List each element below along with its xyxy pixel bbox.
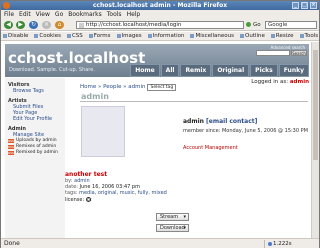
devbar-tools[interactable]: Tools: [300, 32, 319, 40]
menu-bookmarks[interactable]: Bookmarks: [68, 10, 102, 19]
menu-help[interactable]: Help: [127, 10, 141, 19]
scrollbar-thumb[interactable]: [313, 50, 318, 160]
browser-window: cchost.localhost admin - Mozilla Firefox…: [0, 0, 320, 248]
page-favicon-icon: [79, 23, 84, 28]
profile-name: admin [email contact]: [183, 118, 257, 125]
maximize-icon[interactable]: □: [301, 2, 308, 9]
divider: [80, 101, 308, 102]
feed-icon: RSS: [8, 139, 14, 143]
devbar-cookies[interactable]: Cookies: [34, 32, 61, 40]
window-title: cchost.localhost admin - Mozilla Firefox: [92, 2, 228, 9]
upload-title[interactable]: another test: [65, 171, 107, 178]
search-engine-label: Google: [268, 22, 288, 28]
tags-label: tags:: [65, 190, 78, 196]
menu-file[interactable]: File: [4, 10, 14, 19]
firefox-icon: [3, 2, 10, 9]
url-text: http://cchost.localhost/media/login: [86, 22, 182, 28]
badge-label: Remixed by admin: [16, 150, 58, 155]
sidebar-badge-remixed-by[interactable]: RSS Remixed by admin: [5, 150, 65, 156]
forward-icon[interactable]: ▶: [16, 21, 25, 29]
go-button[interactable]: Go: [246, 21, 261, 29]
logged-in-label: Logged in as:: [251, 79, 289, 85]
download-button[interactable]: Download: [156, 224, 189, 232]
devbar-forms[interactable]: Forms: [89, 32, 111, 40]
upload-license: license: cc: [65, 197, 92, 203]
tab-remix[interactable]: Remix: [180, 64, 212, 77]
license-label: license:: [65, 197, 85, 203]
upload-tags[interactable]: media, original, music, fully, mixed: [79, 190, 167, 196]
creative-commons-icon[interactable]: cc: [86, 197, 92, 202]
menu-edit[interactable]: Edit: [19, 10, 31, 19]
avatar: [81, 106, 125, 157]
load-time-indicator: 1.222s: [264, 240, 292, 248]
site-header: cchost.localhost Download. Sample. Cut-u…: [5, 44, 309, 77]
devbar-outline[interactable]: Outline: [240, 32, 265, 40]
menu-bar: File Edit View Go Bookmarks Tools Help: [1, 10, 319, 19]
breadcrumb-text[interactable]: Home » People » admin: [80, 84, 145, 90]
navigation-toolbar: ◀ ▶ ↻ × ⌂ http://cchost.localhost/media/…: [1, 19, 319, 31]
upload-meta: by: admin date: June 16, 2006 03:47 pm t…: [65, 178, 167, 196]
stop-icon[interactable]: ×: [42, 21, 51, 29]
profile-username: admin: [183, 118, 204, 125]
logged-in-status: Logged in as: admin: [251, 79, 309, 85]
email-contact-link[interactable]: [email contact]: [206, 118, 257, 125]
status-bar: Done 1.222s: [1, 238, 319, 248]
site-tabs: Home All Remix Original Picks Funky: [130, 64, 309, 77]
download-label: Download: [160, 225, 185, 231]
go-label: Go: [253, 22, 261, 28]
home-icon[interactable]: ⌂: [55, 21, 64, 29]
devbar-miscellaneous[interactable]: Miscellaneous: [190, 32, 234, 40]
sidebar-item-browse-tags[interactable]: Browse Tags: [5, 88, 65, 94]
tab-picks[interactable]: Picks: [250, 64, 278, 77]
minimize-icon[interactable]: _: [292, 2, 299, 9]
devbar-disable[interactable]: Disable: [3, 32, 28, 40]
devbar-css[interactable]: CSS: [67, 32, 83, 40]
tab-original[interactable]: Original: [212, 64, 250, 77]
menu-go[interactable]: Go: [55, 10, 63, 19]
url-bar[interactable]: http://cchost.localhost/media/login: [76, 21, 244, 29]
sidebar: Visitors Browse Tags Artists Submit File…: [5, 78, 65, 238]
member-since: member since: Monday, June 5, 2006 @ 15:…: [183, 128, 308, 134]
tab-all[interactable]: All: [160, 64, 180, 77]
devbar-images[interactable]: Images: [117, 32, 142, 40]
search-box[interactable]: Google: [265, 21, 317, 29]
sidebar-item-edit-profile[interactable]: Edit Your Profile: [5, 116, 65, 122]
stream-label: Stream: [160, 214, 179, 220]
feed-icon: RSS: [8, 151, 14, 155]
breadcrumb: Home » People » admin Select tag: [80, 84, 177, 91]
page-content: cchost.localhost Download. Sample. Cut-u…: [1, 42, 311, 238]
page-title: admin: [81, 92, 109, 101]
site-tagline: Download. Sample. Cut-up. Share.: [9, 67, 95, 73]
site-search-button[interactable]: Search: [291, 50, 307, 56]
web-developer-toolbar: Disable Cookies CSS Forms Images Informa…: [1, 32, 319, 41]
logged-in-user[interactable]: admin: [290, 79, 309, 85]
tag-select[interactable]: Select tag: [147, 84, 177, 91]
site-logo[interactable]: cchost.localhost: [8, 49, 145, 67]
site-search-input[interactable]: [256, 50, 290, 56]
tab-home[interactable]: Home: [130, 64, 160, 77]
devbar-information[interactable]: Information: [148, 32, 185, 40]
close-icon[interactable]: ×: [310, 2, 317, 9]
tab-funky[interactable]: Funky: [278, 64, 309, 77]
menu-tools[interactable]: Tools: [107, 10, 122, 19]
title-bar: cchost.localhost admin - Mozilla Firefox…: [1, 1, 319, 10]
devbar-resize[interactable]: Resize: [271, 32, 294, 40]
back-icon[interactable]: ◀: [4, 21, 13, 29]
reload-icon[interactable]: ↻: [29, 21, 38, 29]
menu-view[interactable]: View: [36, 10, 50, 19]
feed-icon: RSS: [8, 145, 14, 149]
stream-button[interactable]: Stream: [156, 213, 189, 221]
vertical-scrollbar[interactable]: [311, 42, 319, 238]
account-management-link[interactable]: Account Management: [183, 145, 238, 151]
